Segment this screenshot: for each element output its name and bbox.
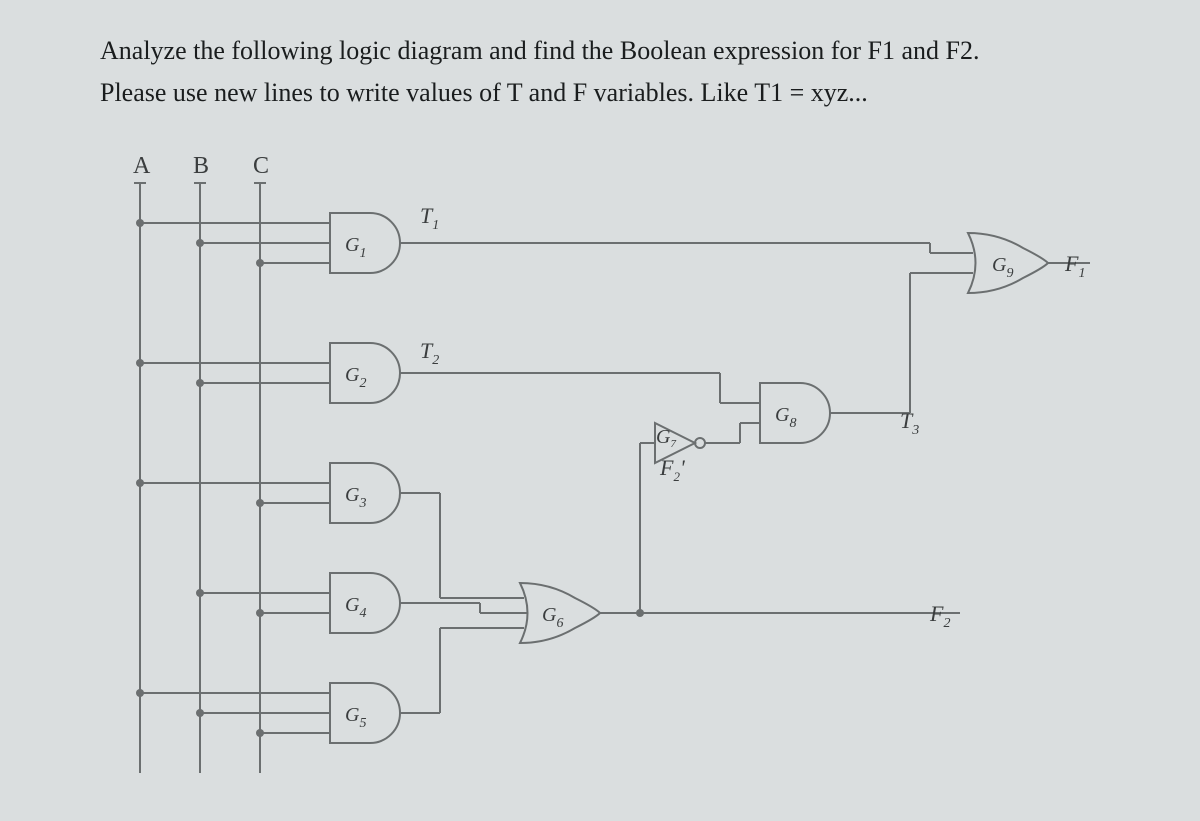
signal-F2prime: F2' [659,455,685,484]
gate-G4: G4 [196,573,527,633]
input-A: A [133,153,151,179]
svg-text:G5: G5 [345,704,366,731]
svg-text:G2: G2 [345,364,366,391]
svg-text:G1: G1 [345,234,366,261]
signal-T2: T2 [420,338,439,368]
gate-G8: G8 T3 [760,273,973,443]
gate-G5: G5 [136,628,524,743]
gate-G9: G9 F1 [968,233,1090,293]
logic-diagram: A B C G1 T1 [100,143,1100,783]
svg-text:G9: G9 [992,254,1013,281]
output-F1: F1 [1064,251,1085,281]
svg-text:G3: G3 [345,484,366,511]
gate-G7: G7 F2' [640,423,760,613]
gate-G6: G6 F2 [520,583,960,643]
input-C: C [253,153,269,179]
gate-G1: G1 T1 [136,203,973,273]
gate-G2: G2 T2 [136,338,760,403]
question-line2: Please use new lines to write values of … [100,78,868,107]
svg-text:G8: G8 [775,404,796,431]
signal-T3: T3 [900,408,919,438]
input-B: B [193,153,209,179]
signal-T1: T1 [420,203,439,233]
question-text: Analyze the following logic diagram and … [100,30,1100,113]
svg-text:G6: G6 [542,604,563,631]
output-F2: F2 [929,601,950,631]
svg-text:G4: G4 [345,594,366,621]
question-line1: Analyze the following logic diagram and … [100,36,979,65]
svg-text:G7: G7 [656,426,676,450]
